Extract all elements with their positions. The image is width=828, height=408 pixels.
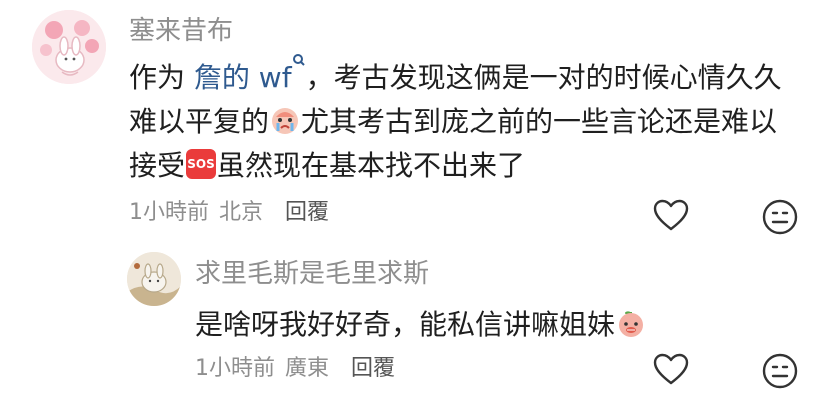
comment-line-3a: 接受 xyxy=(129,149,186,182)
comment-line-1-text: ，考古发现这俩是一对的时候心情久久 xyxy=(305,61,782,94)
like-heart-icon[interactable] xyxy=(651,350,691,390)
comment-line-3: 接受 SOS虽然现在基本找不出来了 xyxy=(129,144,782,188)
reply-location: 廣東 xyxy=(285,356,330,381)
mention-search-icon xyxy=(292,54,305,66)
avatar-image-icon xyxy=(127,252,181,306)
comment-line-2b: 尤其考古到庞之前的一些言论还是难以 xyxy=(301,105,778,138)
dislike-face-icon[interactable] xyxy=(760,197,800,237)
comment-timestamp: 1小時前 xyxy=(129,200,209,225)
reply-button[interactable]: 回覆 xyxy=(285,200,329,225)
comment-line-2: 难以平复的 尤其考古到庞之前的一些言论还是难以 xyxy=(129,100,782,144)
comment-line-3b: 虽然现在基本找不出来了 xyxy=(217,149,526,182)
crying-face-icon xyxy=(272,108,299,134)
avatar[interactable] xyxy=(32,10,106,84)
comment-line-1: 作为 詹的 wf ，考古发现这俩是一对的时候心情久久 xyxy=(129,54,782,100)
reply-text-content: 是啥呀我好好奇，能私信讲嘛姐妹 xyxy=(195,308,616,341)
avatar-image-icon xyxy=(32,10,106,84)
comment-line-2a: 难以平复的 xyxy=(129,105,270,138)
comment-text: 作为 詹的 wf ，考古发现这俩是一对的时候心情久久 难以平复的 尤其考古到庞之前的… xyxy=(129,54,782,188)
peach-face-icon xyxy=(619,311,644,337)
reply-username[interactable]: 求里毛斯是毛里求斯 xyxy=(195,259,429,289)
comment-meta: 1小時前 北京 回覆 xyxy=(129,200,329,226)
comment-username[interactable]: 塞来昔布 xyxy=(129,16,233,46)
like-heart-icon[interactable] xyxy=(651,196,691,236)
mention-label: 詹的 wf xyxy=(193,61,292,94)
sos-emoji-icon: SOS xyxy=(186,149,217,179)
avatar[interactable] xyxy=(127,252,181,306)
comment-location: 北京 xyxy=(219,200,264,225)
reply-button[interactable]: 回覆 xyxy=(351,356,395,381)
reply-meta: 1小時前 廣東 回覆 xyxy=(195,356,395,382)
comment-prefix: 作为 xyxy=(129,61,194,94)
mention-link[interactable]: 詹的 wf xyxy=(193,54,306,94)
dislike-face-icon[interactable] xyxy=(760,351,800,391)
reply-timestamp: 1小時前 xyxy=(195,356,275,381)
reply-text: 是啥呀我好好奇，能私信讲嘛姐妹 xyxy=(195,303,647,347)
